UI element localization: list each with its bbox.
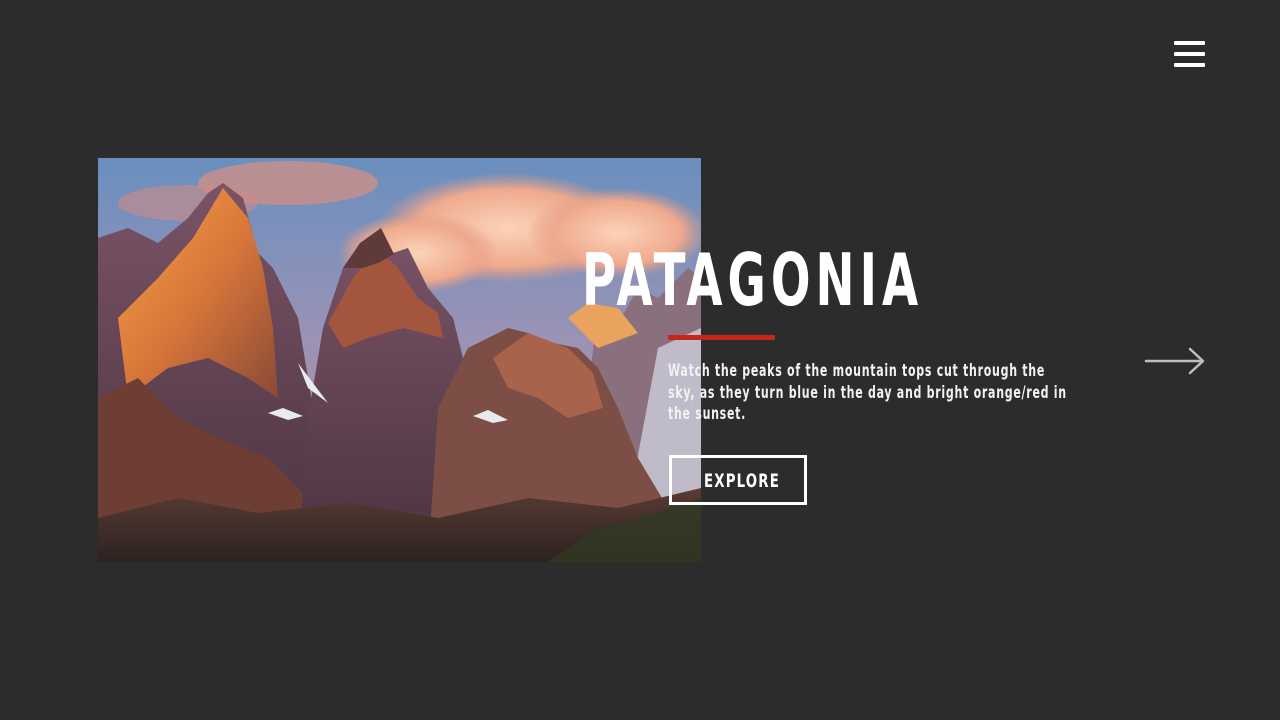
arrow-right-icon[interactable] <box>1144 345 1206 377</box>
hamburger-menu-icon[interactable] <box>1174 41 1205 68</box>
slide-description: Watch the peaks of the mountain tops cut… <box>668 361 1067 424</box>
hero-image <box>98 158 701 562</box>
explore-button[interactable]: EXPLORE <box>669 455 807 505</box>
menu-bar-bottom <box>1174 63 1205 67</box>
menu-bar-top <box>1174 41 1205 45</box>
explore-button-label: EXPLORE <box>704 470 781 492</box>
menu-bar-middle <box>1174 52 1205 56</box>
title-accent-line <box>668 335 775 340</box>
slide-title: PATAGONIA <box>582 238 924 322</box>
